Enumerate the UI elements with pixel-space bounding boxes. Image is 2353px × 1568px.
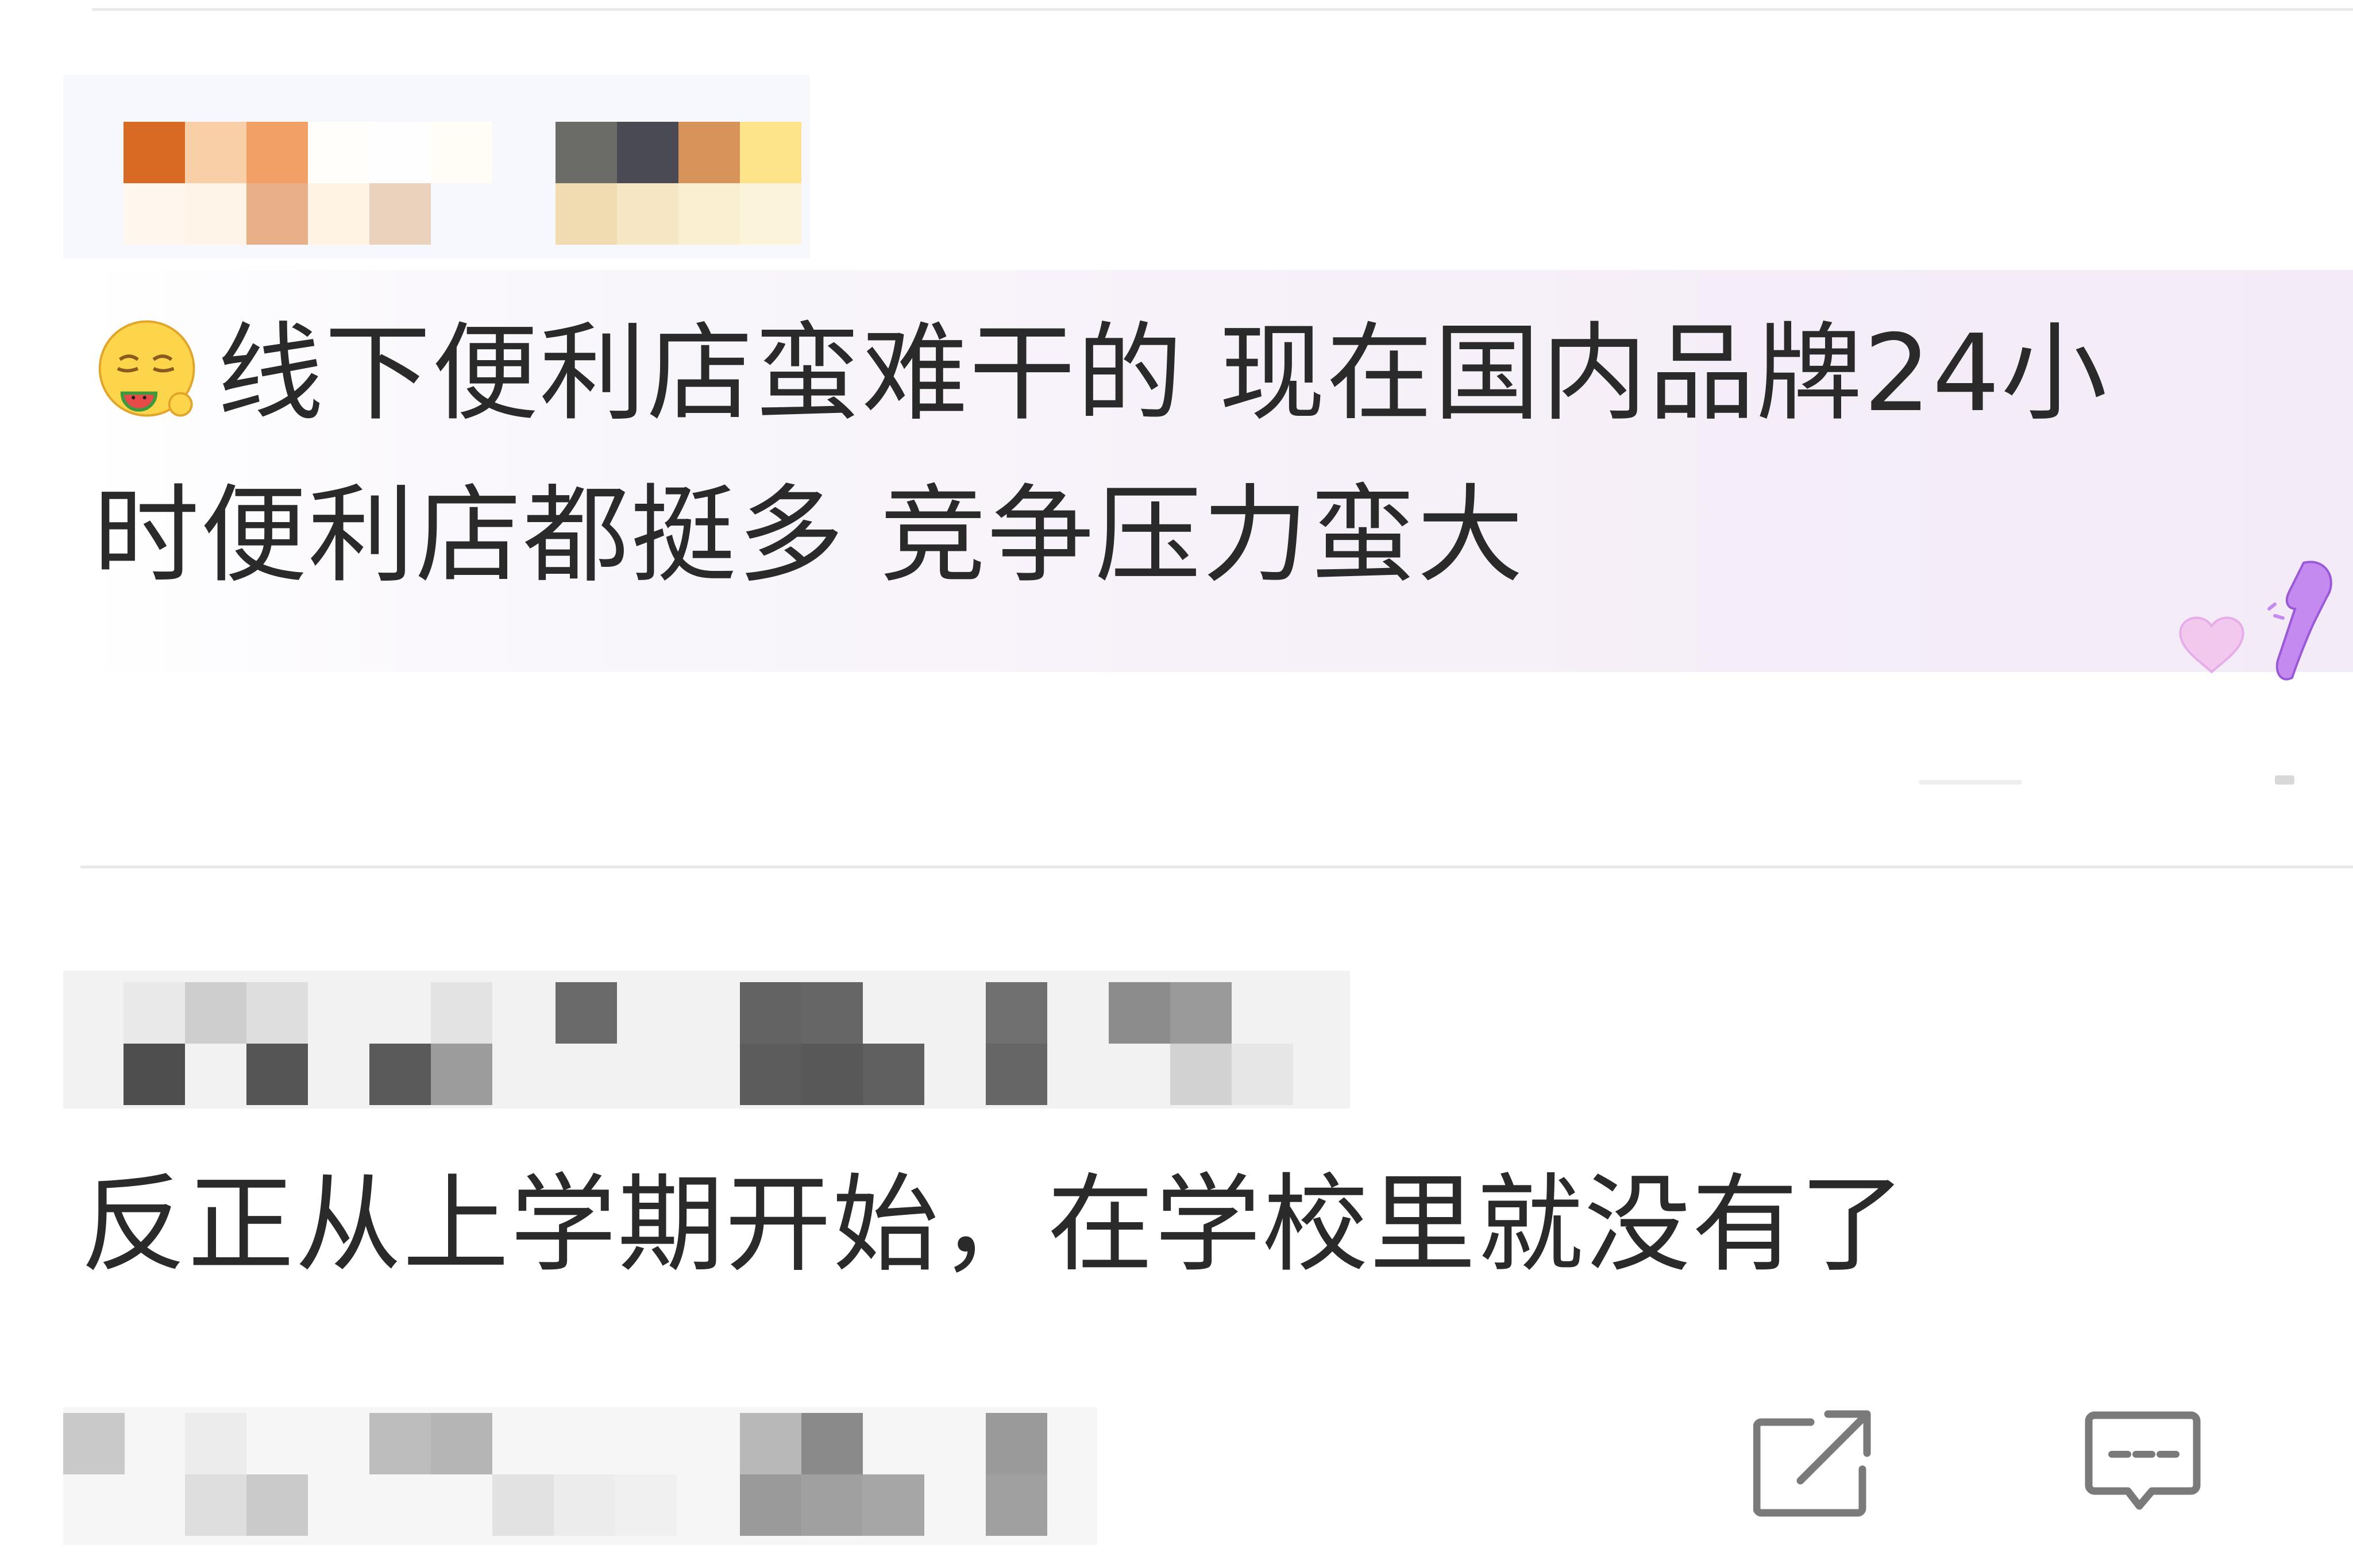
comment-2-meta-pixelated bbox=[63, 1407, 1097, 1545]
comment-2-text: 反正从上学期开始，在学校里就没有了 bbox=[80, 1163, 1907, 1287]
comment-divider bbox=[80, 866, 2353, 868]
purple-heart-sticker-icon bbox=[2179, 561, 2332, 681]
comment-1-text-line-1: 线下便利店蛮难干的 现在国内品牌24小 bbox=[217, 311, 2109, 435]
faint-mark bbox=[1919, 780, 2022, 785]
comment-2-username-pixelated bbox=[63, 971, 1350, 1109]
share-external-icon[interactable] bbox=[1753, 1406, 1880, 1521]
faint-mark bbox=[2275, 775, 2294, 785]
comment-1-text-line-2: 时便利店都挺多 竞争压力蛮大 bbox=[93, 473, 1525, 597]
comment-bubble-icon[interactable] bbox=[2084, 1408, 2211, 1523]
top-divider bbox=[92, 8, 2353, 11]
watermelon-eating-emoji-icon bbox=[98, 320, 195, 417]
comment-1-username-pixelated bbox=[63, 75, 810, 258]
